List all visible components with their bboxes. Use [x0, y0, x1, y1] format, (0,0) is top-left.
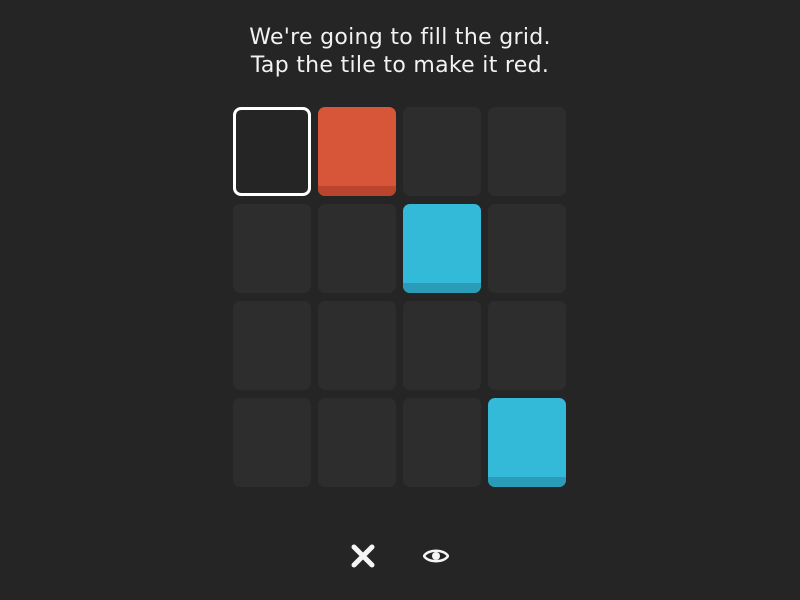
tile-r4-c2-empty[interactable] — [318, 398, 396, 487]
tile-r4-c3-empty[interactable] — [403, 398, 481, 487]
tile-grid — [233, 107, 566, 487]
tile-r2-c3-blue[interactable] — [403, 204, 481, 293]
tile-r1-c2-red[interactable] — [318, 107, 396, 196]
controls-bar — [0, 538, 800, 574]
close-button[interactable] — [345, 538, 381, 574]
tile-r2-c4-empty[interactable] — [488, 204, 566, 293]
tile-r3-c4-empty[interactable] — [488, 301, 566, 390]
tile-r3-c2-empty[interactable] — [318, 301, 396, 390]
tile-r3-c3-empty[interactable] — [403, 301, 481, 390]
tile-r2-c1-empty[interactable] — [233, 204, 311, 293]
tile-r1-c1-selected[interactable] — [233, 107, 311, 196]
tile-r4-c1-empty[interactable] — [233, 398, 311, 487]
tile-r1-c3-empty[interactable] — [403, 107, 481, 196]
instruction-line-1: We're going to fill the grid. — [249, 25, 551, 50]
eye-button[interactable] — [418, 538, 454, 574]
close-icon — [351, 544, 375, 568]
tile-r4-c4-blue[interactable] — [488, 398, 566, 487]
eye-icon — [423, 549, 449, 563]
tile-r2-c2-empty[interactable] — [318, 204, 396, 293]
instructions: We're going to fill the grid. Tap the ti… — [0, 24, 800, 80]
tile-r1-c4-empty[interactable] — [488, 107, 566, 196]
instruction-line-2: Tap the tile to make it red. — [250, 53, 550, 78]
tile-r3-c1-empty[interactable] — [233, 301, 311, 390]
